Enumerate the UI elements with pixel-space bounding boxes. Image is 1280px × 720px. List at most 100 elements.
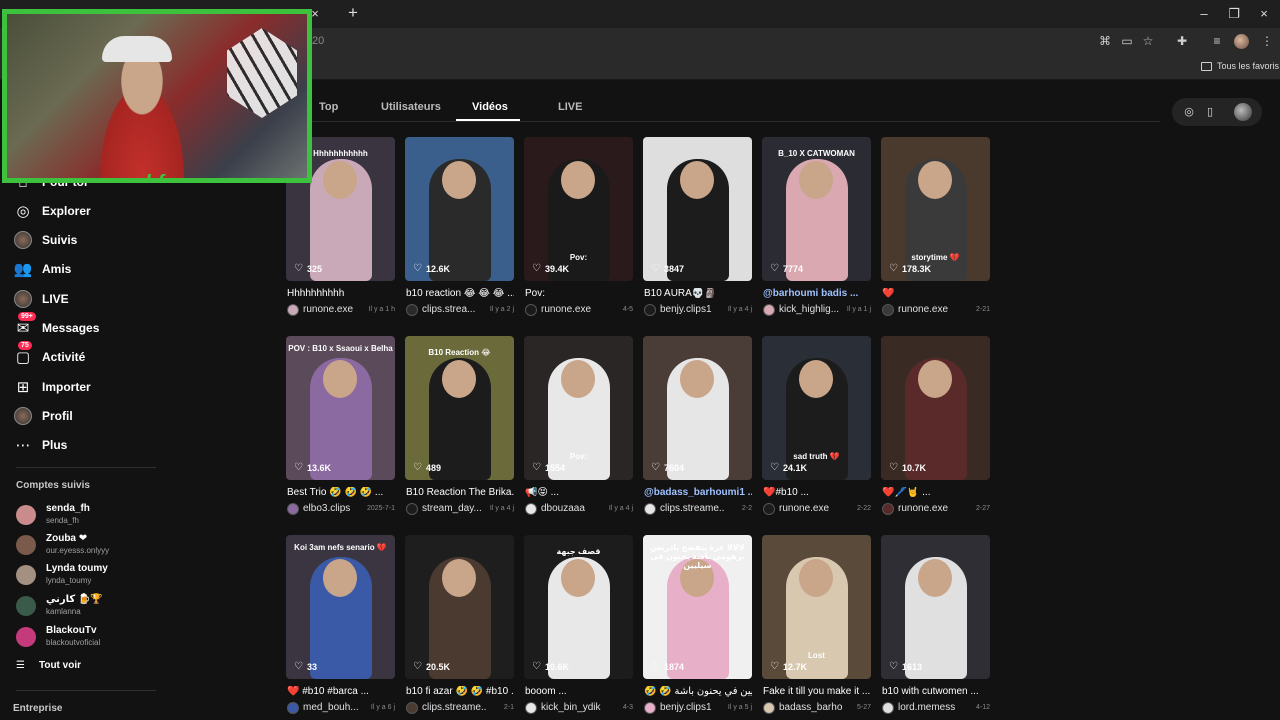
sidebar-item-activit-[interactable]: ▢ 75 Activité xyxy=(14,341,85,368)
video-card[interactable]: ♡ 1613 b10 with cutwomen ... lord.memess 4-1… xyxy=(881,535,990,717)
video-thumbnail[interactable]: قصف جبهة ♡ 10.6K xyxy=(524,535,633,679)
video-card[interactable]: ♡ 10.7K ❤️🖊️🤘 ... runone.exe 2-27 xyxy=(881,336,990,518)
all-bookmarks-button[interactable]: Tous les favoris xyxy=(1217,61,1279,71)
video-card[interactable]: B10 Reaction 😂 ♡ 489 B10 Reaction The Brika… xyxy=(405,336,514,518)
sidebar-item-amis[interactable]: 👥 Amis xyxy=(14,258,72,280)
video-thumbnail[interactable]: POV : B10 x Ssaoui x Belha ♡ 13.6K xyxy=(286,336,395,480)
video-description[interactable]: b10 with cutwomen ... xyxy=(882,686,990,697)
tab-live[interactable]: LIVE xyxy=(558,101,582,113)
sidebar-item-messages[interactable]: ✉ 99+ Messages xyxy=(14,312,99,339)
new-tab-button[interactable]: + xyxy=(344,4,362,22)
author-row[interactable]: badass_barho... 5-27 xyxy=(763,701,871,715)
see-all-button[interactable]: ☰ Tout voir xyxy=(16,660,81,671)
followed-account[interactable]: Zouba ❤ our.eyesss.onlyyy xyxy=(16,533,166,559)
author-row[interactable]: stream_day... Il y a 4 j xyxy=(406,502,514,516)
video-description[interactable]: ❤️ xyxy=(882,288,990,299)
minimize-button[interactable]: – xyxy=(1192,4,1216,24)
author-row[interactable]: runone.exe 2-27 xyxy=(882,502,990,516)
author-row[interactable]: runone.exe 2-21 xyxy=(882,303,990,317)
video-card[interactable]: sad truth 💔 ♡ 24.1K ❤️#b10 ... runone.exe 2-2… xyxy=(762,336,871,518)
author-row[interactable]: clips.streame... 2-1 xyxy=(406,701,514,715)
sidebar-item-explorer[interactable]: ◎ Explorer xyxy=(14,200,90,222)
video-card[interactable]: ♡ 20.5K b10 fi azar 🤣 🤣 #b10 ... clips.stre… xyxy=(405,535,514,717)
video-card[interactable]: قصف جبهة ♡ 10.6K booom ... kick_bin_ydik 4-3 xyxy=(524,535,633,717)
browser-menu-icon[interactable]: ⋮ xyxy=(1260,34,1274,48)
author-row[interactable]: kick_bin_ydik 4-3 xyxy=(525,701,633,715)
video-description[interactable]: Hhhhhhhhhh xyxy=(287,288,395,299)
video-description[interactable]: 🤣 🤣 سيليين في يحنون باشة ... xyxy=(644,686,752,697)
sidebar-item-suivis[interactable]: Suivis xyxy=(14,229,77,251)
author-row[interactable]: clips.strea... Il y a 2 j xyxy=(406,303,514,317)
cast-icon[interactable]: ▭ xyxy=(1120,34,1134,48)
video-thumbnail[interactable]: B_10 X CATWOMAN ♡ 7774 xyxy=(762,137,871,281)
video-card[interactable]: POV : B10 x Ssaoui x Belha ♡ 13.6K Best Tri… xyxy=(286,336,395,518)
tab-users[interactable]: Utilisateurs xyxy=(381,101,441,113)
video-card[interactable]: لالالا عرة يتفضح بادريس برهومي باشة يحنو… xyxy=(643,535,752,717)
bookmark-star-icon[interactable]: ☆ xyxy=(1141,34,1155,48)
video-card[interactable]: B_10 X CATWOMAN ♡ 7774 @barhoumi badis ... k… xyxy=(762,137,871,319)
media-controls-icon[interactable]: ≡ xyxy=(1210,34,1224,48)
author-row[interactable]: benjy.clips1 Il y a 5 j xyxy=(644,701,752,715)
video-thumbnail[interactable]: ♡ 20.5K xyxy=(405,535,514,679)
video-card[interactable]: Koi 3am nefs senario 💔 ♡ 33 ❤️ #b10 #barca … xyxy=(286,535,395,717)
followed-account[interactable]: senda_fh senda_fh xyxy=(16,503,166,529)
followed-account[interactable]: كارني 🍺🏆 kamlanna xyxy=(16,594,166,620)
video-description[interactable]: @barhoumi badis ... xyxy=(763,288,871,299)
sidebar-item-profil[interactable]: Profil xyxy=(14,405,73,427)
author-row[interactable]: kick_highlig... Il y a 1 j xyxy=(763,303,871,317)
video-thumbnail[interactable]: Koi 3am nefs senario 💔 ♡ 33 xyxy=(286,535,395,679)
author-row[interactable]: runone.exe 2-22 xyxy=(763,502,871,516)
video-description[interactable]: Pov: xyxy=(525,288,633,299)
phone-icon[interactable]: ▯ xyxy=(1203,105,1217,119)
author-row[interactable]: benjy.clips1 Il y a 4 j xyxy=(644,303,752,317)
video-card[interactable]: ♡ 7604 @badass_barhoumi1 ... clips.streame.… xyxy=(643,336,752,518)
extensions-icon[interactable]: ✚ xyxy=(1175,34,1189,48)
author-row[interactable]: med_bouh... Il y a 6 j xyxy=(287,701,395,715)
video-description[interactable]: Best Trio 🤣 🤣 🤣 ... xyxy=(287,487,395,498)
followed-account[interactable]: Lynda toumy lynda_toumy xyxy=(16,563,166,589)
video-thumbnail[interactable]: ♡ 7604 xyxy=(643,336,752,480)
video-description[interactable]: ❤️#b10 ... xyxy=(763,487,871,498)
video-description[interactable]: B10 AURA💀🗿 xyxy=(644,288,752,299)
tab-videos[interactable]: Vidéos xyxy=(472,101,508,113)
video-thumbnail[interactable]: لالالا عرة يتفضح بادريس برهومي باشة يحنو… xyxy=(643,535,752,679)
browser-profile-avatar[interactable] xyxy=(1234,34,1249,49)
translate-icon[interactable]: ⌘ xyxy=(1098,34,1112,48)
video-thumbnail[interactable]: storytime 💔 ♡ 178.3K xyxy=(881,137,990,281)
video-card[interactable]: Pov: ♡ 1554 📢😝 ... dbouzaaa Il y a 4 j xyxy=(524,336,633,518)
video-card[interactable]: ♡ 3847 B10 AURA💀🗿 benjy.clips1 Il y a 4 j xyxy=(643,137,752,319)
video-card[interactable]: ♡ 12.6K b10 reaction 😂 😂 😂 ... clips.strea.… xyxy=(405,137,514,319)
author-row[interactable]: lord.memess 4-12 xyxy=(882,701,990,715)
video-description[interactable]: ❤️ #b10 #barca ... xyxy=(287,686,395,697)
video-thumbnail[interactable]: Pov: ♡ 1554 xyxy=(524,336,633,480)
video-description[interactable]: b10 reaction 😂 😂 😂 ... xyxy=(406,288,514,299)
author-row[interactable]: dbouzaaa Il y a 4 j xyxy=(525,502,633,516)
video-description[interactable]: ❤️🖊️🤘 ... xyxy=(882,487,990,498)
close-window-button[interactable]: × xyxy=(1252,4,1276,24)
video-description[interactable]: Fake it till you make it ... xyxy=(763,686,871,697)
tab-top[interactable]: Top xyxy=(319,101,338,113)
video-description[interactable]: @badass_barhoumi1 ... xyxy=(644,487,752,498)
sidebar-item-live[interactable]: LIVE xyxy=(14,288,69,310)
video-thumbnail[interactable]: ♡ 12.6K xyxy=(405,137,514,281)
video-description[interactable]: booom ... xyxy=(525,686,633,697)
video-card[interactable]: storytime 💔 ♡ 178.3K ❤️ runone.exe 2-21 xyxy=(881,137,990,319)
followed-account[interactable]: BlackouTv blackoutvoficial xyxy=(16,625,166,651)
user-avatar[interactable] xyxy=(1234,103,1252,121)
video-thumbnail[interactable]: Lost ♡ 12.7K xyxy=(762,535,871,679)
video-description[interactable]: 📢😝 ... xyxy=(525,487,633,498)
video-card[interactable]: Pov: ♡ 39.4K Pov: runone.exe 4-5 xyxy=(524,137,633,319)
author-row[interactable]: runone.exe Il y a 1 h xyxy=(287,303,395,317)
address-bar[interactable] xyxy=(300,30,1180,54)
video-description[interactable]: b10 fi azar 🤣 🤣 #b10 ... xyxy=(406,686,514,697)
sidebar-item-plus[interactable]: ⋯ Plus xyxy=(14,434,68,456)
video-description[interactable]: B10 Reaction The Brika... xyxy=(406,487,514,498)
video-thumbnail[interactable]: ♡ 3847 xyxy=(643,137,752,281)
maximize-button[interactable]: ❐ xyxy=(1222,4,1246,24)
video-thumbnail[interactable]: B10 Reaction 😂 ♡ 489 xyxy=(405,336,514,480)
author-row[interactable]: clips.streame... 2-2 xyxy=(644,502,752,516)
author-row[interactable]: runone.exe 4-5 xyxy=(525,303,633,317)
sidebar-item-importer[interactable]: ⊞ Importer xyxy=(14,376,91,398)
entreprise-link[interactable]: Entreprise xyxy=(13,703,62,714)
video-thumbnail[interactable]: sad truth 💔 ♡ 24.1K xyxy=(762,336,871,480)
